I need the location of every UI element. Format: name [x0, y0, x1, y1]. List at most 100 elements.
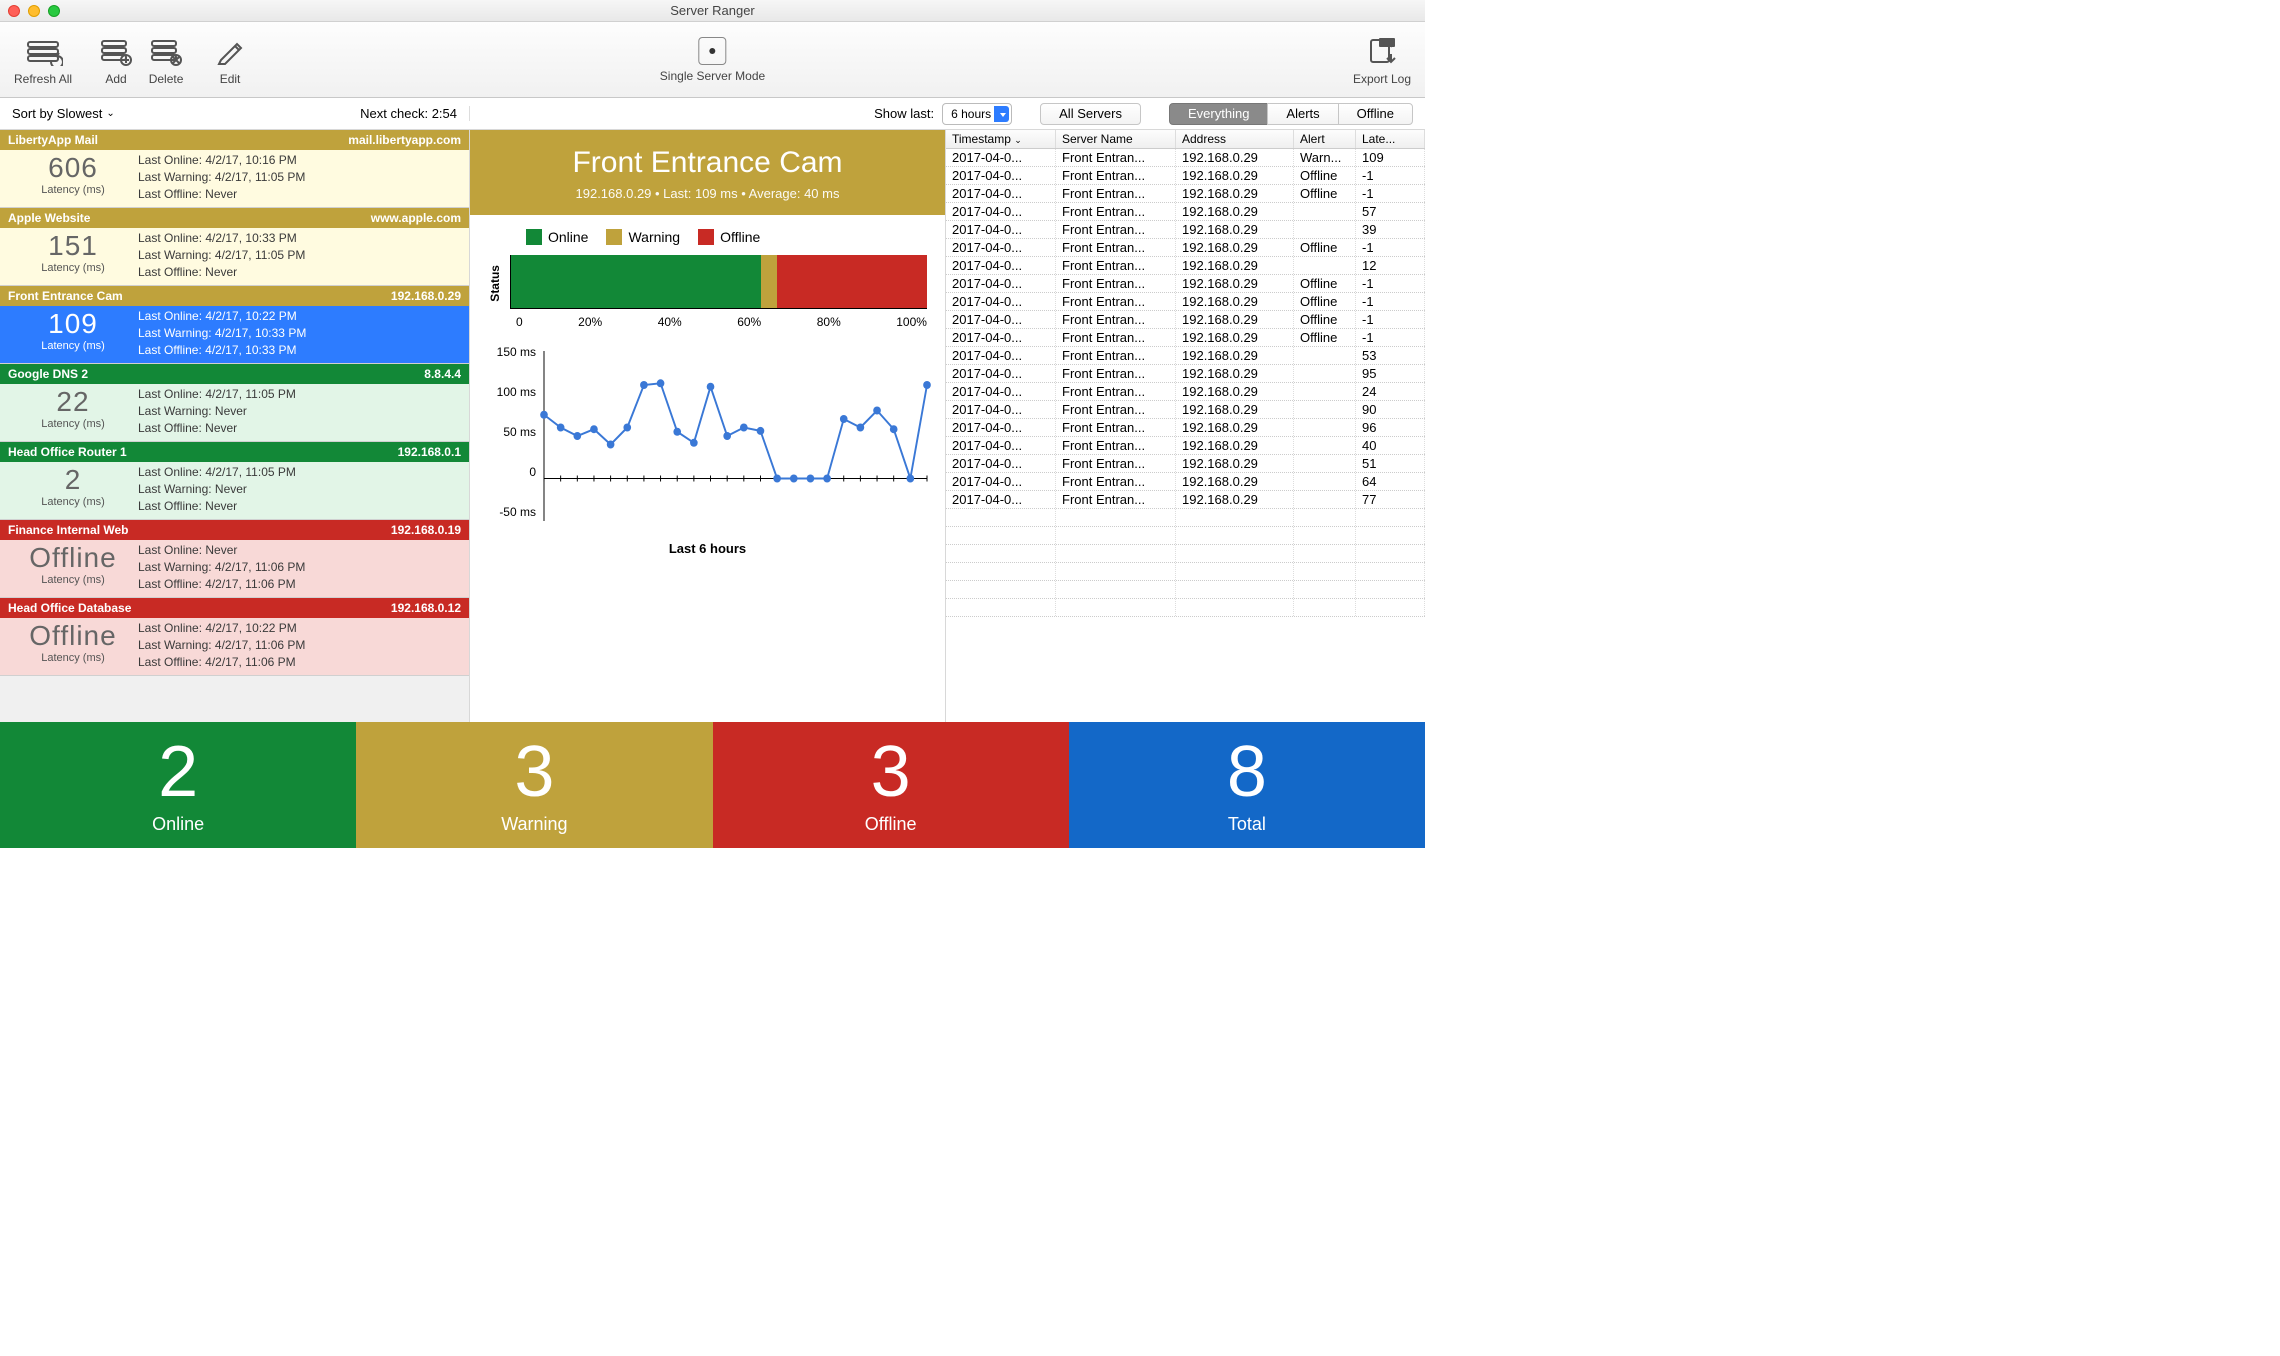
- col-latency[interactable]: Late...: [1356, 130, 1425, 148]
- server-list-item[interactable]: LibertyApp Mailmail.libertyapp.com 606La…: [0, 130, 469, 208]
- delete-icon: [146, 34, 186, 68]
- seg-offline[interactable]: Offline: [1338, 103, 1413, 125]
- server-detail: Front Entrance Cam 192.168.0.29 • Last: …: [470, 130, 945, 722]
- log-table: Timestamp ⌄ Server Name Address Alert La…: [945, 130, 1425, 722]
- export-csv-icon: CSV: [1362, 34, 1402, 68]
- table-body[interactable]: 2017-04-0...Front Entran...192.168.0.29W…: [946, 149, 1425, 722]
- status-bar-segment: [761, 255, 778, 308]
- legend-warning-swatch: [606, 229, 622, 245]
- server-item-header: Finance Internal Web192.168.0.19: [0, 520, 469, 540]
- summary-offline: 3Offline: [713, 722, 1069, 848]
- server-list-item[interactable]: Head Office Router 1192.168.0.1 2Latency…: [0, 442, 469, 520]
- server-list-item[interactable]: Front Entrance Cam192.168.0.29 109Latenc…: [0, 286, 469, 364]
- table-row[interactable]: 2017-04-0...Front Entran...192.168.0.297…: [946, 491, 1425, 509]
- col-alert[interactable]: Alert: [1294, 130, 1356, 148]
- add-icon: [96, 34, 136, 68]
- table-row[interactable]: 2017-04-0...Front Entran...192.168.0.29O…: [946, 185, 1425, 203]
- sort-label: Sort by Slowest: [12, 106, 102, 121]
- show-last-select[interactable]: 6 hours: [942, 103, 1012, 125]
- summary-online: 2Online: [0, 722, 356, 848]
- table-row[interactable]: 2017-04-0...Front Entran...192.168.0.296…: [946, 473, 1425, 491]
- summary-online-count: 2: [158, 736, 198, 808]
- table-row: [946, 581, 1425, 599]
- summary-total: 8 Total: [1069, 722, 1425, 848]
- col-server-name[interactable]: Server Name: [1056, 130, 1176, 148]
- table-row[interactable]: 2017-04-0...Front Entran...192.168.0.291…: [946, 257, 1425, 275]
- detail-header: Front Entrance Cam 192.168.0.29 • Last: …: [470, 130, 945, 215]
- server-item-header: Google DNS 28.8.4.4: [0, 364, 469, 384]
- table-row[interactable]: 2017-04-0...Front Entran...192.168.0.29O…: [946, 239, 1425, 257]
- summary-total-count: 8: [1227, 736, 1267, 808]
- refresh-icon: [23, 34, 63, 68]
- server-list-item[interactable]: Google DNS 28.8.4.4 22Latency (ms)Last O…: [0, 364, 469, 442]
- table-row[interactable]: 2017-04-0...Front Entran...192.168.0.29O…: [946, 329, 1425, 347]
- status-bar-chart: Status: [488, 255, 927, 311]
- table-row[interactable]: 2017-04-0...Front Entran...192.168.0.29O…: [946, 167, 1425, 185]
- app-title: Server Ranger: [0, 3, 1425, 18]
- col-address[interactable]: Address: [1176, 130, 1294, 148]
- server-item-header: LibertyApp Mailmail.libertyapp.com: [0, 130, 469, 150]
- server-item-header: Head Office Router 1192.168.0.1: [0, 442, 469, 462]
- status-bar-segment: [777, 255, 927, 308]
- table-row[interactable]: 2017-04-0...Front Entran...192.168.0.293…: [946, 221, 1425, 239]
- table-row[interactable]: 2017-04-0...Front Entran...192.168.0.295…: [946, 203, 1425, 221]
- single-server-mode-button[interactable]: Single Server Mode: [660, 37, 765, 83]
- titlebar: Server Ranger: [0, 0, 1425, 22]
- chevron-down-icon: ⌄: [106, 108, 114, 119]
- edit-label: Edit: [220, 72, 241, 86]
- add-label: Add: [105, 72, 126, 86]
- export-label: Export Log: [1353, 72, 1411, 86]
- table-header[interactable]: Timestamp ⌄ Server Name Address Alert La…: [946, 130, 1425, 149]
- delete-button[interactable]: Delete: [146, 34, 186, 86]
- server-list-item[interactable]: Apple Websitewww.apple.com 151Latency (m…: [0, 208, 469, 286]
- detail-title: Front Entrance Cam: [478, 146, 937, 180]
- legend-offline-swatch: [698, 229, 714, 245]
- refresh-all-button[interactable]: Refresh All: [14, 34, 72, 86]
- edit-button[interactable]: Edit: [210, 34, 250, 86]
- table-row[interactable]: 2017-04-0...Front Entran...192.168.0.29W…: [946, 149, 1425, 167]
- table-row[interactable]: 2017-04-0...Front Entran...192.168.0.295…: [946, 455, 1425, 473]
- table-row[interactable]: 2017-04-0...Front Entran...192.168.0.29O…: [946, 311, 1425, 329]
- table-row: [946, 509, 1425, 527]
- show-last-value: 6 hours: [951, 107, 991, 121]
- edit-icon: [210, 34, 250, 68]
- server-list-item[interactable]: Head Office Database192.168.0.12 Offline…: [0, 598, 469, 676]
- col-timestamp[interactable]: Timestamp ⌄: [946, 130, 1056, 148]
- summary-warning: 3Warning: [356, 722, 712, 848]
- summary-offline-label: Offline: [865, 814, 917, 835]
- all-servers-button[interactable]: All Servers: [1040, 103, 1141, 125]
- seg-alerts[interactable]: Alerts: [1267, 103, 1338, 125]
- show-last-label: Show last:: [874, 106, 934, 121]
- status-bar-axis: 020%40%60%80%100%: [488, 315, 927, 329]
- server-list-item[interactable]: Finance Internal Web192.168.0.19 Offline…: [0, 520, 469, 598]
- table-row[interactable]: 2017-04-0...Front Entran...192.168.0.29O…: [946, 293, 1425, 311]
- legend-offline-label: Offline: [720, 229, 760, 245]
- table-row[interactable]: 2017-04-0...Front Entran...192.168.0.29O…: [946, 275, 1425, 293]
- single-mode-label: Single Server Mode: [660, 69, 765, 83]
- table-row[interactable]: 2017-04-0...Front Entran...192.168.0.292…: [946, 383, 1425, 401]
- detail-subtitle: 192.168.0.29 • Last: 109 ms • Average: 4…: [478, 186, 937, 201]
- legend-online-swatch: [526, 229, 542, 245]
- add-button[interactable]: Add: [96, 34, 136, 86]
- latency-line-chart: 150 ms 100 ms 50 ms 0 -50 ms: [488, 351, 927, 521]
- filter-bar: Sort by Slowest ⌄ Next check: 2:54 Show …: [0, 98, 1425, 130]
- delete-label: Delete: [149, 72, 184, 86]
- table-row[interactable]: 2017-04-0...Front Entran...192.168.0.299…: [946, 419, 1425, 437]
- next-check-label: Next check: 2:54: [360, 106, 457, 121]
- legend-online-label: Online: [548, 229, 588, 245]
- server-list[interactable]: LibertyApp Mailmail.libertyapp.com 606La…: [0, 130, 470, 722]
- seg-everything[interactable]: Everything: [1169, 103, 1268, 125]
- table-row[interactable]: 2017-04-0...Front Entran...192.168.0.295…: [946, 347, 1425, 365]
- line-xlabel: Last 6 hours: [488, 541, 927, 556]
- table-row[interactable]: 2017-04-0...Front Entran...192.168.0.294…: [946, 437, 1425, 455]
- log-filter-segment: Everything Alerts Offline: [1169, 103, 1413, 125]
- sort-dropdown[interactable]: Sort by Slowest ⌄: [12, 106, 115, 121]
- summary-total-label: Total: [1228, 814, 1266, 835]
- summary-bar: 2Online 3Warning 3Offline 8 Total: [0, 722, 1425, 848]
- table-row[interactable]: 2017-04-0...Front Entran...192.168.0.299…: [946, 365, 1425, 383]
- export-log-button[interactable]: CSV Export Log: [1353, 34, 1411, 86]
- refresh-label: Refresh All: [14, 72, 72, 86]
- table-row: [946, 545, 1425, 563]
- server-item-header: Apple Websitewww.apple.com: [0, 208, 469, 228]
- table-row[interactable]: 2017-04-0...Front Entran...192.168.0.299…: [946, 401, 1425, 419]
